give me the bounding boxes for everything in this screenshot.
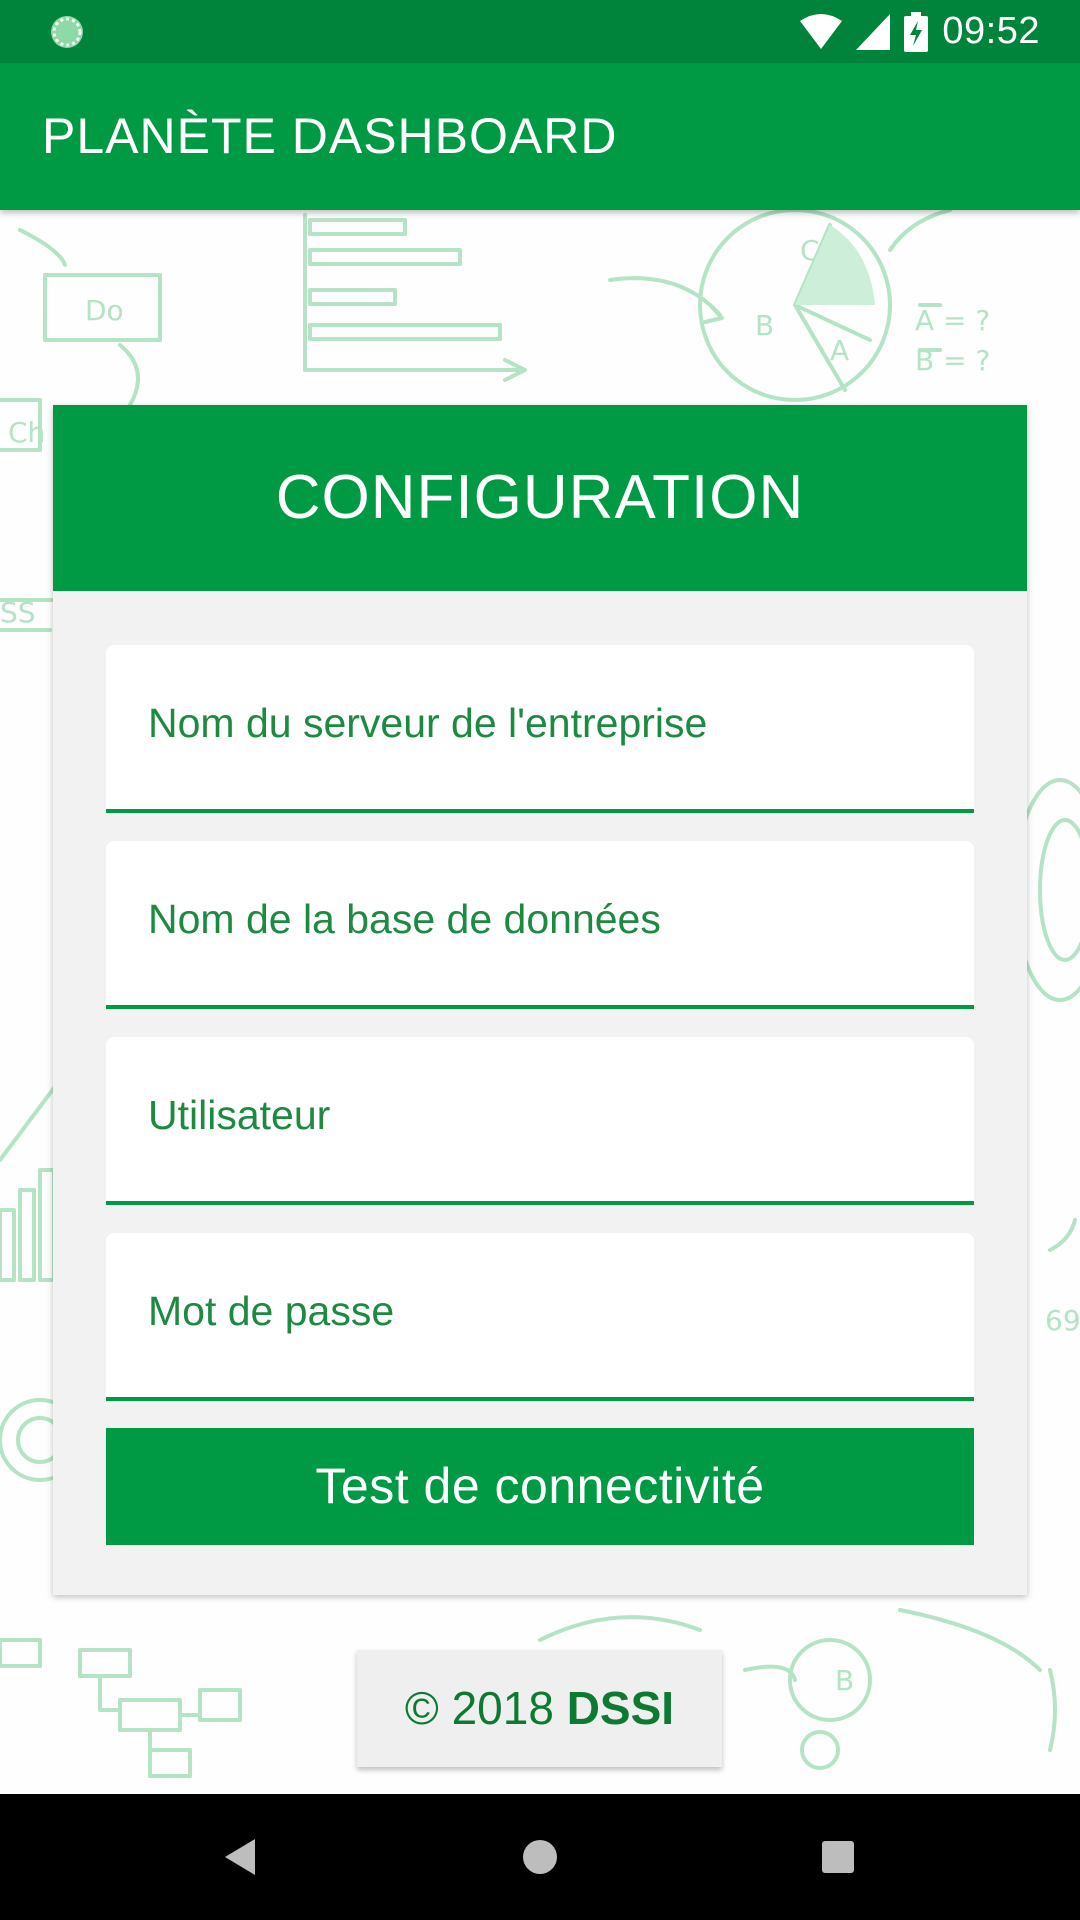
- database-name-field: [106, 841, 974, 1009]
- footer-copyright-badge: © 2018 DSSI: [357, 1650, 722, 1767]
- app-title: PLANÈTE DASHBOARD: [42, 108, 618, 164]
- connectivity-test-button[interactable]: Test de connectivité: [106, 1428, 974, 1545]
- home-icon[interactable]: [510, 1827, 570, 1887]
- main-content: Do Ch SS B A C A = ? B = ? 69 B CONFIGUR…: [0, 210, 1080, 1794]
- svg-text:69: 69: [1045, 1304, 1080, 1337]
- password-input[interactable]: [106, 1233, 974, 1397]
- card-title: CONFIGURATION: [53, 405, 1027, 591]
- svg-text:A = ?: A = ?: [915, 304, 990, 337]
- svg-text:B: B: [755, 309, 774, 342]
- configuration-card: CONFIGURATION Test de connectivité: [53, 405, 1027, 1595]
- navigation-bar: [0, 1794, 1080, 1920]
- database-name-input[interactable]: [106, 841, 974, 1005]
- server-name-field: [106, 645, 974, 813]
- copyright-text: © 2018: [404, 1682, 554, 1734]
- status-time: 09:52: [942, 10, 1040, 52]
- loading-circle-icon: [51, 16, 83, 48]
- server-name-input[interactable]: [106, 645, 974, 809]
- app-bar: PLANÈTE DASHBOARD: [0, 63, 1080, 210]
- recents-icon[interactable]: [808, 1827, 868, 1887]
- svg-text:Do: Do: [85, 294, 124, 327]
- svg-text:SS: SS: [0, 596, 36, 629]
- svg-text:B: B: [835, 1664, 854, 1697]
- status-bar: 09:52: [0, 0, 1080, 63]
- cell-signal-icon: [856, 13, 891, 50]
- password-field: [106, 1233, 974, 1401]
- username-field: [106, 1037, 974, 1205]
- username-input[interactable]: [106, 1037, 974, 1201]
- wifi-icon: [800, 13, 843, 49]
- svg-text:Ch: Ch: [8, 416, 45, 449]
- back-icon[interactable]: [210, 1827, 270, 1887]
- footer-brand: DSSI: [566, 1682, 675, 1734]
- svg-text:B = ?: B = ?: [915, 344, 990, 377]
- battery-charging-icon: [904, 11, 929, 52]
- svg-text:A: A: [830, 334, 849, 367]
